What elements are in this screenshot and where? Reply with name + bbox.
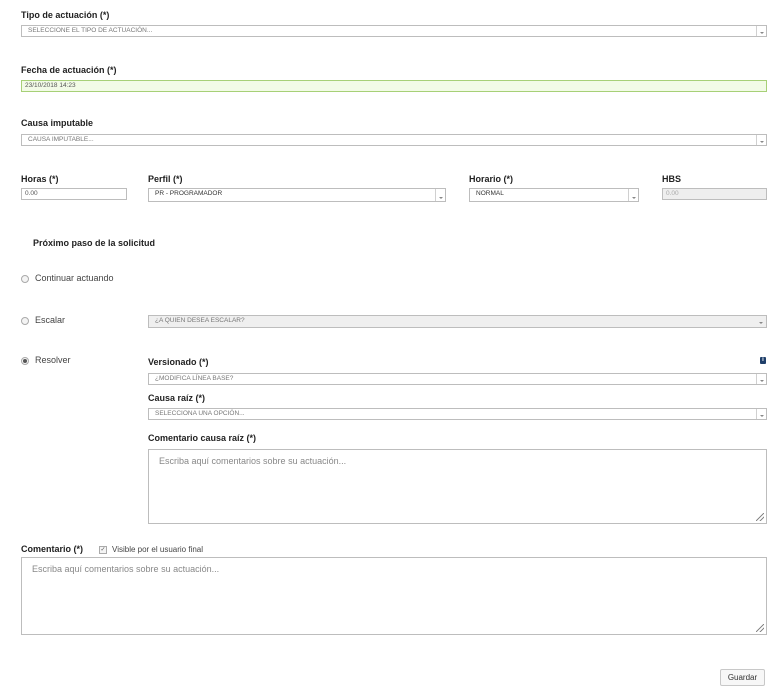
horas-label: Horas (*) [21, 174, 59, 184]
escalar-label: Escalar [35, 315, 66, 325]
visible-checkbox[interactable]: ✓ [99, 546, 107, 554]
comentario-causa-label: Comentario causa raíz (*) [148, 433, 257, 443]
comentario-causa-textarea[interactable]: Escriba aquí comentarios sobre su actuac… [148, 449, 767, 524]
horario-value: NORMAL [476, 190, 504, 197]
horas-input[interactable]: 0.00 [21, 188, 127, 200]
escalar-placeholder: ¿A QUIEN DESEA ESCALAR? [155, 317, 245, 324]
causa-imputable-label: Causa imputable [21, 118, 94, 128]
causa-raiz-placeholder: SELECCIONA UNA OPCIÓN... [155, 410, 245, 417]
horario-select[interactable]: NORMAL [469, 188, 639, 202]
chevron-down-icon [756, 409, 766, 419]
chevron-down-icon [756, 26, 766, 36]
chevron-down-icon [756, 135, 766, 145]
escalar-select[interactable]: ¿A QUIEN DESEA ESCALAR? [148, 315, 767, 328]
hbs-input: 0.00 [662, 188, 767, 200]
chevron-down-icon [435, 189, 445, 201]
resize-grip-icon[interactable] [756, 624, 764, 632]
comentario-textarea[interactable]: Escriba aquí comentarios sobre su actuac… [21, 557, 767, 635]
causa-raiz-label: Causa raíz (*) [148, 393, 206, 403]
perfil-value: PR - PROGRAMADOR [155, 190, 223, 197]
causa-imputable-placeholder: CAUSA IMPUTABLE... [28, 136, 94, 143]
chevron-down-icon [756, 374, 766, 384]
chevron-down-icon [628, 189, 638, 201]
tipo-actuacion-label: Tipo de actuación (*) [21, 10, 110, 20]
versionado-select[interactable]: ¿MODIFICA LÍNEA BASE? [148, 373, 767, 385]
comentario-label: Comentario (*) [21, 544, 84, 554]
radio-resolver[interactable] [21, 357, 29, 365]
tipo-actuacion-placeholder: SELECCIONE EL TIPO DE ACTUACIÓN... [28, 27, 153, 34]
radio-escalar[interactable] [21, 317, 29, 325]
causa-imputable-select[interactable]: CAUSA IMPUTABLE... [21, 134, 767, 146]
guardar-button[interactable]: Guardar [720, 669, 765, 686]
tipo-actuacion-select[interactable]: SELECCIONE EL TIPO DE ACTUACIÓN... [21, 25, 767, 37]
versionado-placeholder: ¿MODIFICA LÍNEA BASE? [155, 375, 234, 382]
info-icon[interactable]: i [760, 357, 766, 364]
perfil-label: Perfil (*) [148, 174, 183, 184]
chevron-down-icon [756, 316, 766, 326]
fecha-actuacion-label: Fecha de actuación (*) [21, 65, 117, 75]
perfil-select[interactable]: PR - PROGRAMADOR [148, 188, 446, 202]
horario-label: Horario (*) [469, 174, 514, 184]
comentario-placeholder: Escriba aquí comentarios sobre su actuac… [32, 564, 220, 574]
comentario-causa-placeholder: Escriba aquí comentarios sobre su actuac… [159, 456, 347, 466]
visible-label: Visible por el usuario final [112, 545, 204, 554]
radio-continuar[interactable] [21, 275, 29, 283]
proximo-paso-title: Próximo paso de la solicitud [33, 238, 156, 248]
hbs-label: HBS [662, 174, 682, 184]
continuar-label: Continuar actuando [35, 273, 114, 283]
fecha-actuacion-input[interactable]: 23/10/2018 14:23 [21, 80, 767, 92]
causa-raiz-select[interactable]: SELECCIONA UNA OPCIÓN... [148, 408, 767, 420]
resolver-label: Resolver [35, 355, 71, 365]
resize-grip-icon[interactable] [756, 513, 764, 521]
versionado-label: Versionado (*) [148, 357, 209, 367]
